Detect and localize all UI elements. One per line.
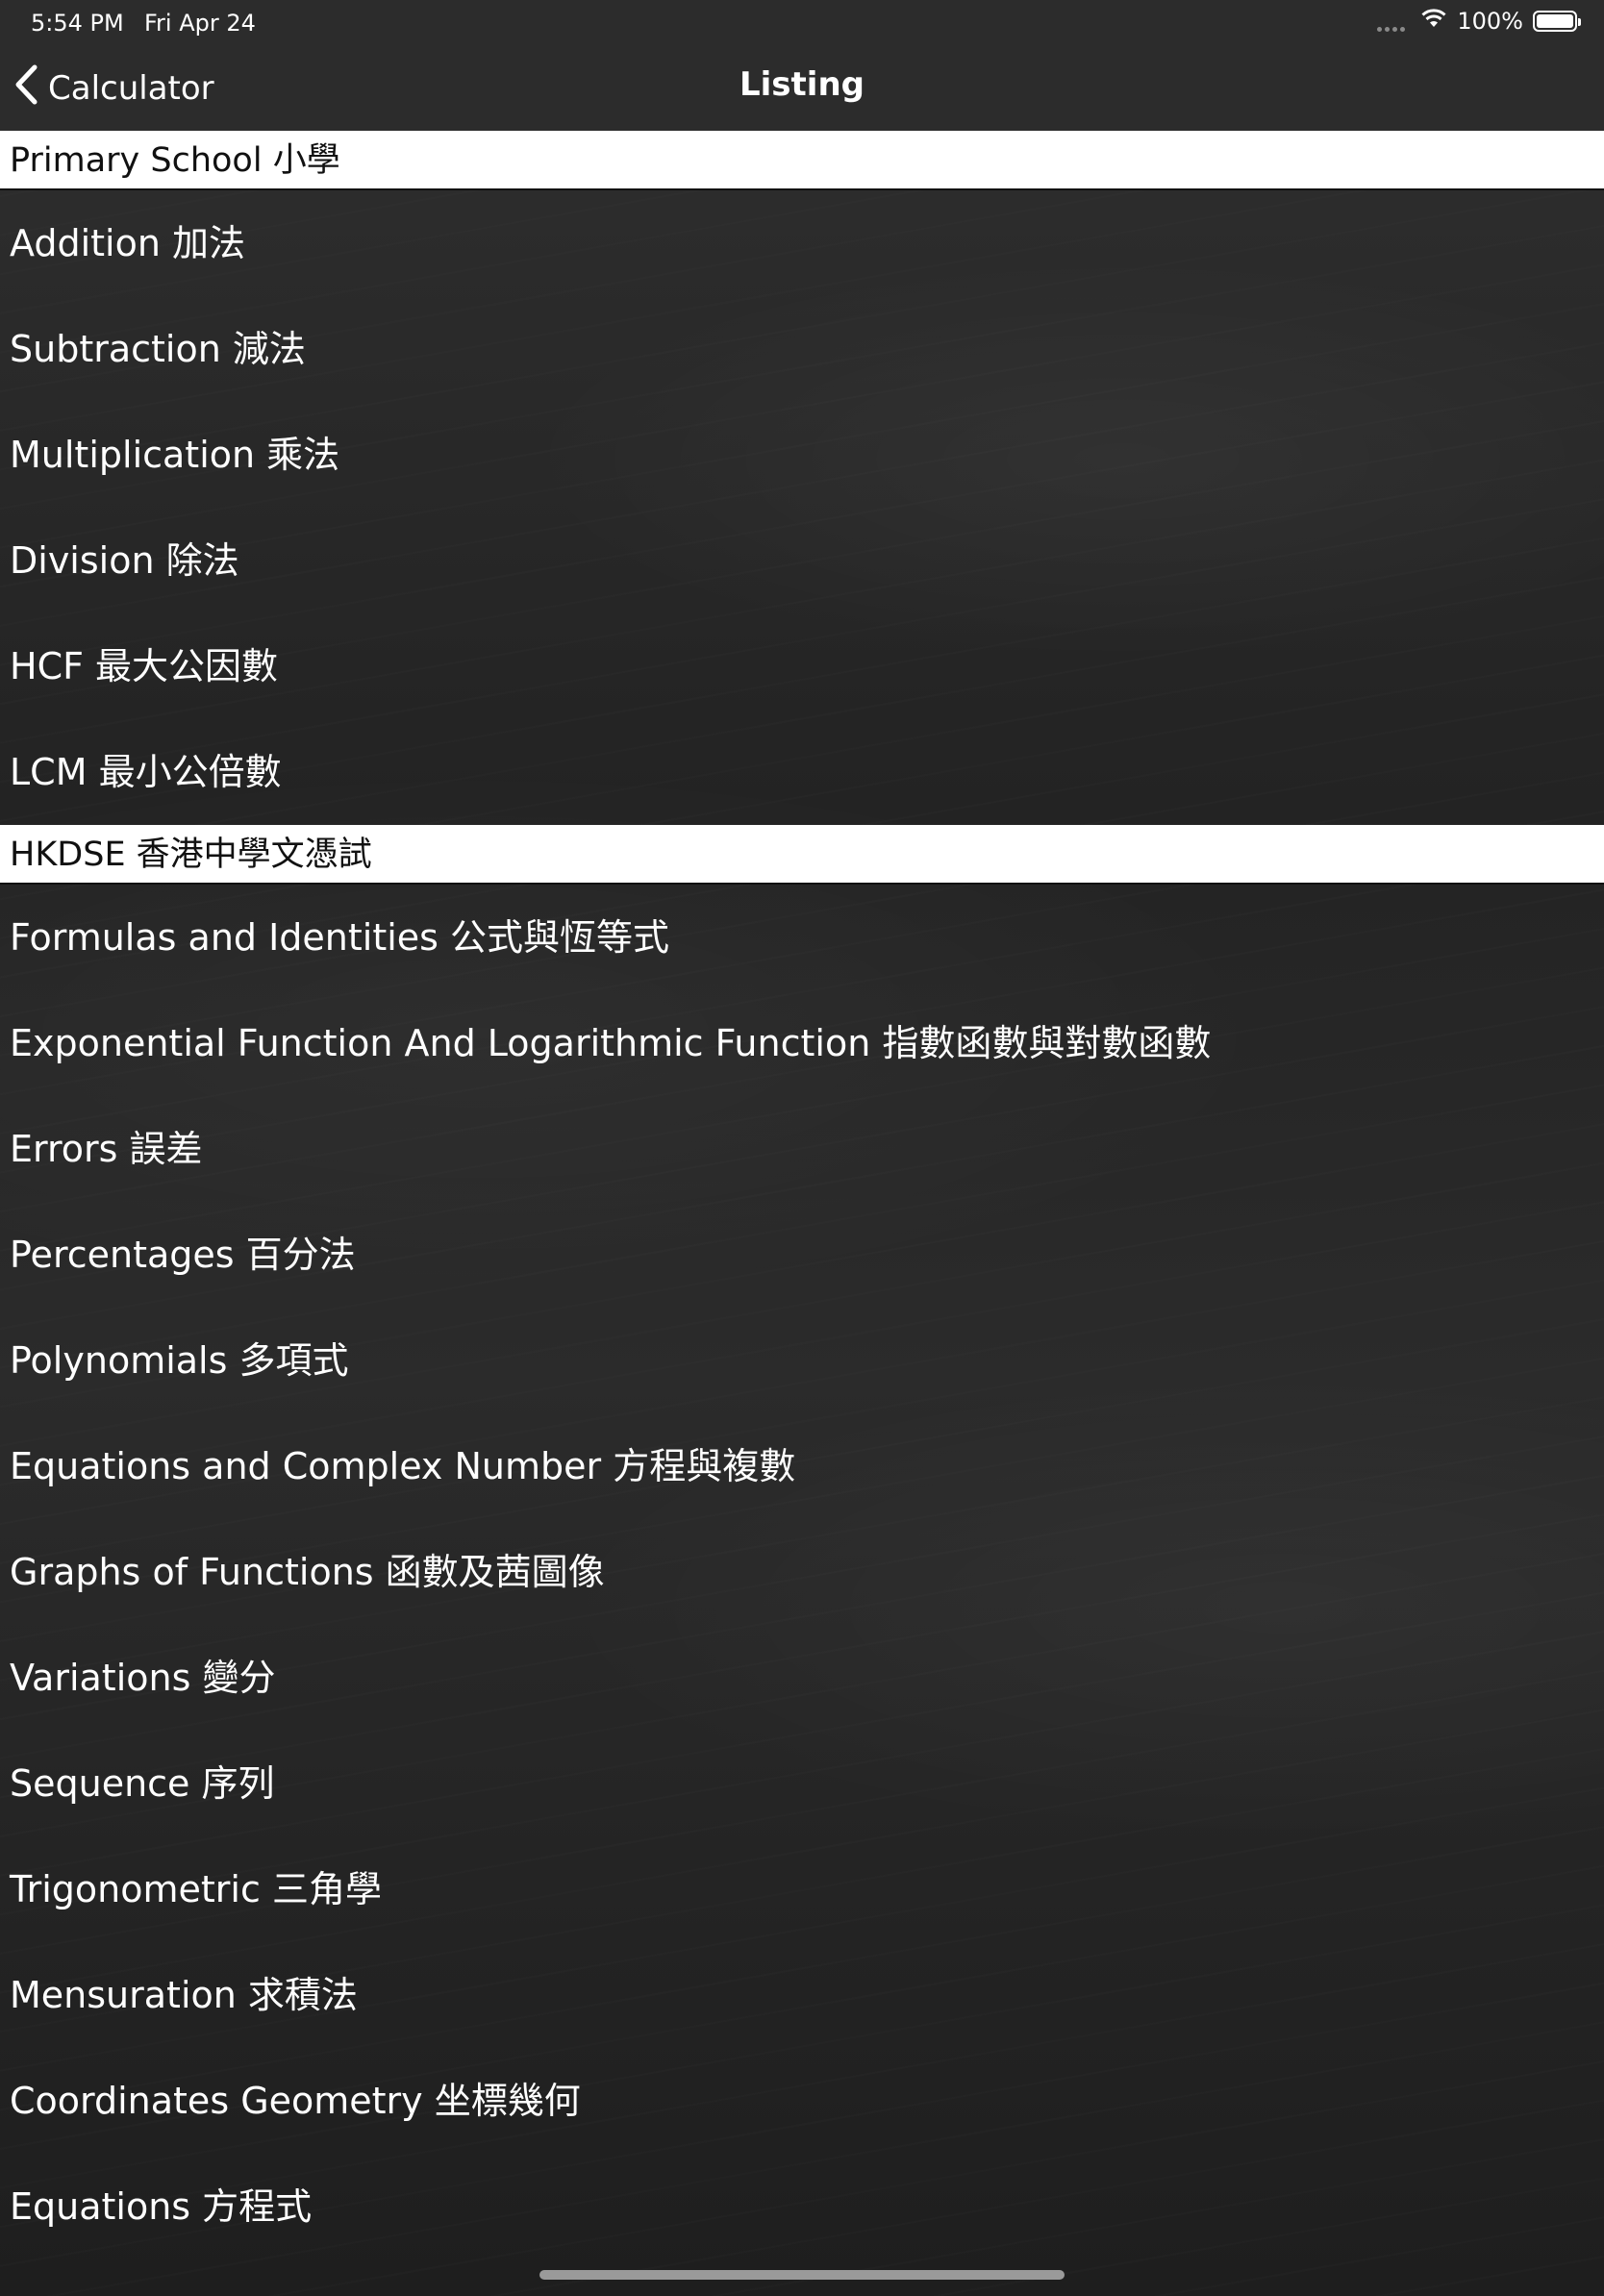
home-indicator [539,2270,1065,2280]
list-item[interactable]: Multiplication 乘法 [0,402,1604,508]
navigation-bar: Calculator Listing [0,46,1604,131]
list-item[interactable]: LCM 最小公倍數 [0,719,1604,825]
list-item[interactable]: Mensuration 求積法 [0,1942,1604,2048]
list-item[interactable]: Subtraction 減法 [0,296,1604,402]
battery-icon [1533,11,1581,32]
status-indicators: 100% [1377,8,1581,35]
battery-percent: 100% [1457,8,1523,35]
status-date: Fri Apr 24 [144,10,256,37]
status-time: 5:54 PM [31,10,124,37]
list-item[interactable]: Exponential Function And Logarithmic Fun… [0,990,1604,1096]
list-item[interactable]: Variations 變分 [0,1625,1604,1731]
list-item[interactable]: Graphs of Functions 函數及茜圖像 [0,1519,1604,1625]
section-header-hkdse: HKDSE 香港中學文憑試 [0,825,1604,885]
section-header-primary-school: Primary School 小學 [0,131,1604,190]
list-item[interactable]: Division 除法 [0,508,1604,613]
list-item[interactable]: Addition 加法 [0,190,1604,296]
list-item[interactable]: Equations and Complex Number 方程與複數 [0,1413,1604,1519]
topic-list: Primary School 小學 Addition 加法 Subtractio… [0,131,1604,2259]
list-item[interactable]: Polynomials 多項式 [0,1308,1604,1413]
page-title: Listing [739,65,865,104]
list-item[interactable]: Coordinates Geometry 坐標幾何 [0,2048,1604,2154]
list-item[interactable]: Formulas and Identities 公式與恆等式 [0,885,1604,990]
status-bar: 5:54 PM Fri Apr 24 100% [0,0,1604,46]
list-item[interactable]: Trigonometric 三角學 [0,1836,1604,1942]
wifi-icon [1420,8,1447,35]
list-item[interactable]: Sequence 序列 [0,1731,1604,1836]
list-item[interactable]: Errors 誤差 [0,1096,1604,1202]
list-item[interactable]: Equations 方程式 [0,2154,1604,2259]
signal-dots-icon [1377,12,1406,32]
list-item[interactable]: HCF 最大公因數 [0,613,1604,719]
list-item[interactable]: Percentages 百分法 [0,1202,1604,1308]
